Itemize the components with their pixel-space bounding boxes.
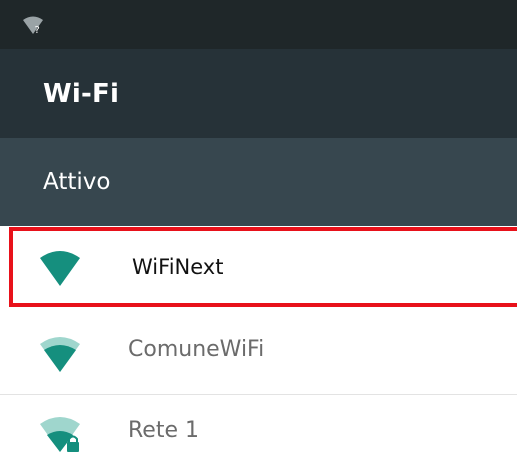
toggle-status-label: Attivo	[43, 169, 111, 195]
toolbar: Wi-Fi	[0, 49, 517, 138]
page-title: Wi-Fi	[43, 79, 120, 109]
status-bar: ?	[0, 0, 517, 49]
wifi-signal-strong-icon	[40, 337, 80, 372]
wifi-master-toggle[interactable]: Attivo	[0, 138, 517, 226]
wifi-signal-full-icon	[40, 251, 80, 286]
network-row-wifinext[interactable]: WiFiNext	[0, 226, 517, 308]
network-name: ComuneWiFi	[128, 337, 265, 362]
network-name: WiFiNext	[132, 255, 224, 279]
wifi-badge: ?	[35, 25, 40, 35]
network-row-rete-1[interactable]: Rete 1	[0, 395, 517, 475]
wifi-signal-lock-icon	[40, 417, 80, 452]
wifi-no-internet-icon: ?	[23, 16, 43, 35]
network-list: WiFiNext ComuneWiFi Rete 1	[0, 226, 517, 475]
network-row-comunewifi[interactable]: ComuneWiFi	[0, 308, 517, 395]
network-name: Rete 1	[128, 418, 199, 443]
